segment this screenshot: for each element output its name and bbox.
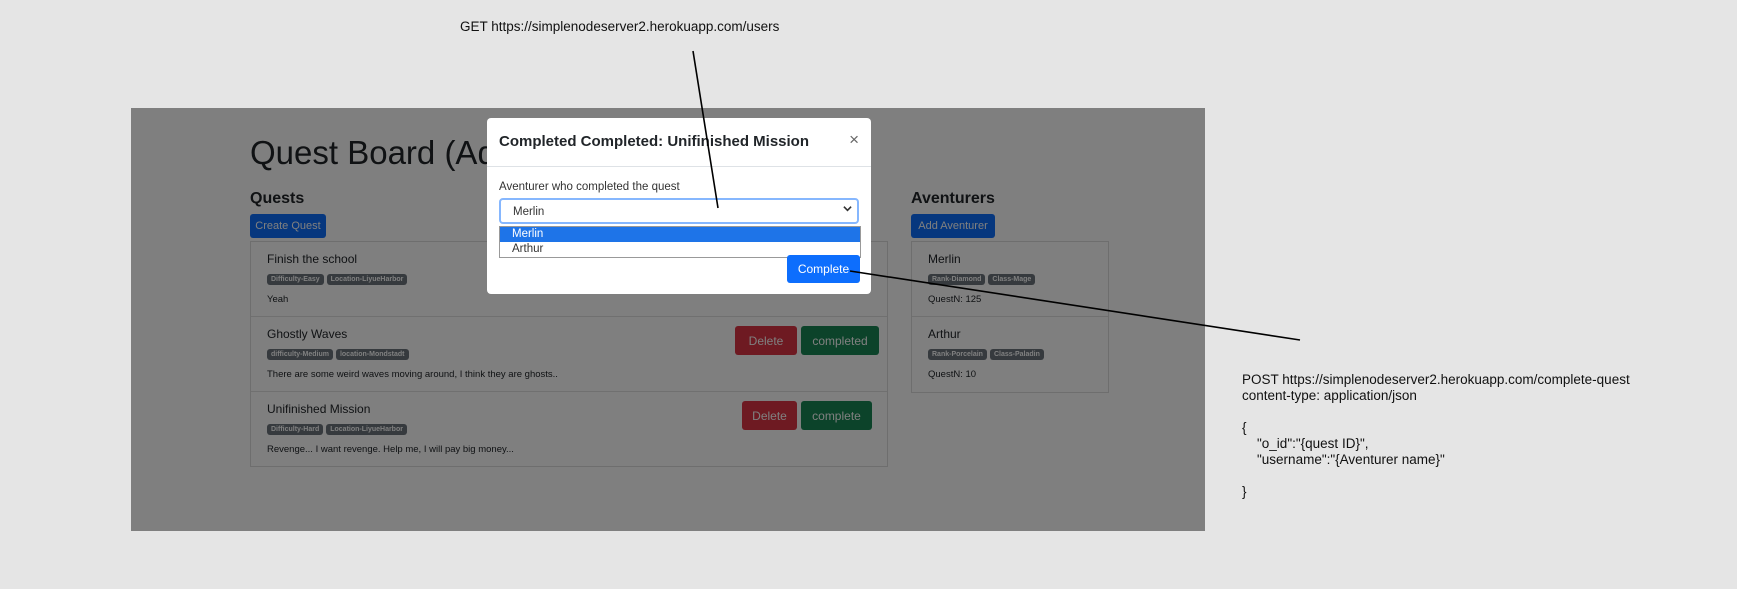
adventurer-select-label: Aventurer who completed the quest bbox=[499, 181, 680, 193]
close-icon[interactable]: × bbox=[849, 131, 859, 148]
adventurer-dropdown: Merlin Arthur bbox=[499, 226, 861, 258]
get-request-annotation: GET https://simplenodeserver2.herokuapp.… bbox=[460, 19, 780, 34]
complete-submit-button[interactable]: Complete bbox=[787, 255, 860, 283]
dropdown-option-merlin[interactable]: Merlin bbox=[500, 227, 860, 242]
adventurer-select[interactable]: Merlin bbox=[499, 198, 859, 224]
modal-header: Completed Completed: Unifinished Mission… bbox=[487, 118, 871, 167]
select-value: Merlin bbox=[513, 206, 545, 218]
complete-quest-modal: Completed Completed: Unifinished Mission… bbox=[487, 118, 871, 294]
app-screenshot-frame: Quest Board (Admin) Quests Create Quest … bbox=[131, 108, 1205, 531]
chevron-down-icon bbox=[843, 204, 852, 216]
modal-title: Completed Completed: Unifinished Mission bbox=[499, 133, 810, 150]
post-request-annotation: POST https://simplenodeserver2.herokuapp… bbox=[1242, 372, 1630, 499]
